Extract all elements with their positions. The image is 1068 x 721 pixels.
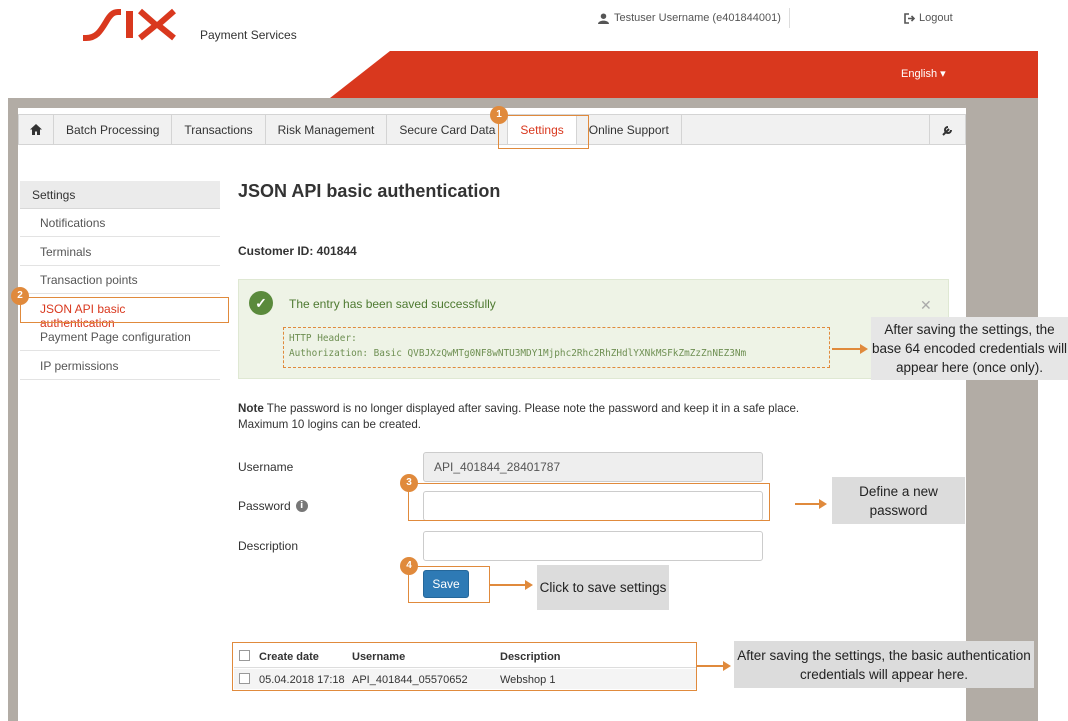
step-badge-3: 3: [400, 474, 418, 492]
arrow-table: [697, 665, 724, 667]
page-title: JSON API basic authentication: [238, 181, 501, 201]
tab-online-support[interactable]: Online Support: [577, 115, 682, 144]
highlight-password-field: [408, 483, 770, 521]
username-field: API_401844_28401787: [423, 452, 763, 482]
home-tab[interactable]: [19, 115, 54, 144]
description-label: Description: [238, 539, 298, 553]
step-badge-4: 4: [400, 557, 418, 575]
header-divider: [789, 8, 790, 28]
sidebar-item-notifications[interactable]: Notifications: [20, 209, 220, 237]
arrow-head-header: [860, 344, 868, 354]
description-input[interactable]: [423, 531, 763, 561]
arrow-head-table: [723, 661, 731, 671]
sidebar-title: Settings: [20, 181, 220, 209]
alert-message: The entry has been saved successfully: [289, 297, 496, 311]
language-label: English: [901, 68, 938, 80]
note-text-2: Maximum 10 logins can be created.: [238, 418, 422, 431]
highlight-table: [232, 642, 697, 691]
logout-label: Logout: [919, 12, 953, 24]
highlight-settings-tab: [498, 115, 589, 149]
step-badge-1: 1: [490, 106, 508, 124]
http-header-value: Authorization: Basic QVBJXzQwMTg0NF8wNTU…: [289, 348, 747, 359]
sidebar-item-transaction-points[interactable]: Transaction points: [20, 266, 220, 294]
arrow-head-save: [525, 580, 533, 590]
logout-link[interactable]: Logout: [904, 12, 953, 24]
user-icon: [598, 12, 609, 24]
user-name: Testuser Username (e401844001): [614, 12, 781, 24]
password-note: Note The password is no longer displayed…: [238, 401, 838, 433]
arrow-header: [832, 348, 862, 350]
description-label-text: Description: [238, 539, 299, 553]
arrow-save: [490, 584, 526, 586]
caret-down-icon: ▾: [940, 68, 946, 80]
sidebar-item-terminals[interactable]: Terminals: [20, 238, 220, 266]
tools-tab[interactable]: [929, 115, 965, 144]
callout-password: Define a new password: [832, 477, 965, 524]
brand-subtitle: Payment Services: [200, 28, 297, 42]
language-selector[interactable]: English ▾: [901, 67, 946, 80]
tab-risk-management[interactable]: Risk Management: [266, 115, 388, 144]
http-header-label: HTTP Header:: [289, 333, 357, 344]
home-icon: [30, 124, 42, 135]
username-label-text: Username: [238, 460, 294, 474]
customer-id: Customer ID: 401844: [238, 244, 357, 258]
note-label: Note: [238, 402, 264, 415]
callout-save: Click to save settings: [537, 565, 669, 610]
logout-icon: [904, 12, 916, 24]
password-label: Password i: [238, 499, 308, 513]
highlight-save-button: [408, 566, 490, 603]
username-label: Username: [238, 460, 293, 474]
http-header-box: HTTP Header: Authorization: Basic QVBJXz…: [283, 327, 830, 368]
note-text: The password is no longer displayed afte…: [263, 402, 800, 415]
check-icon: ✓: [249, 291, 273, 315]
arrow-password: [795, 503, 820, 505]
password-label-text: Password: [238, 499, 291, 513]
close-icon[interactable]: ✕: [920, 297, 932, 314]
info-icon[interactable]: i: [295, 500, 308, 512]
sidebar-item-ip-permissions[interactable]: IP permissions: [20, 352, 220, 380]
tab-transactions[interactable]: Transactions: [172, 115, 266, 144]
callout-table: After saving the settings, the basic aut…: [734, 641, 1034, 688]
highlight-sidebar-item: [20, 297, 229, 323]
arrow-head-password: [819, 499, 827, 509]
tab-batch-processing[interactable]: Batch Processing: [54, 115, 173, 144]
step-badge-2: 2: [11, 287, 29, 305]
six-logo: [82, 6, 182, 47]
callout-http-header: After saving the settings, the base 64 e…: [871, 317, 1068, 380]
wrench-icon: [941, 125, 952, 136]
sidebar-item-payment-page[interactable]: Payment Page configuration: [20, 323, 220, 351]
user-menu[interactable]: Testuser Username (e401844001): [598, 12, 781, 24]
